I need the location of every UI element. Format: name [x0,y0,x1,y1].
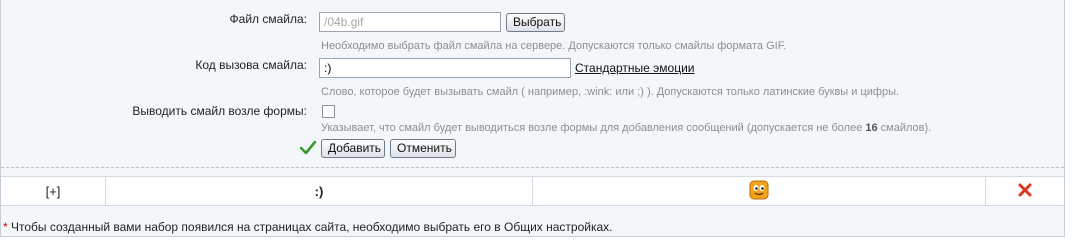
show-near-form-label: Выводить смайл возле формы: [132,104,307,118]
smiley-table-row: [+] :) [1,176,1064,206]
smiley-code: :) [314,183,324,199]
standard-emotions-link[interactable]: Стандартные эмоции [575,61,695,75]
cancel-button[interactable]: Отменить [390,139,456,158]
footer-note: * Чтобы созданный вами набор появился на… [3,220,613,234]
code-input[interactable] [319,58,571,78]
delete-x-icon[interactable] [1018,183,1032,200]
show-near-form-hint: Указывает, что смайл будет выводиться во… [321,122,932,134]
expand-cell: [+] [1,177,106,205]
file-input[interactable] [319,12,501,32]
add-button[interactable]: Добавить [321,139,385,158]
smiley-edit-panel: Файл смайла: Выбрать Необходимо выбрать … [0,0,1065,237]
file-label: Файл смайла: [229,12,307,26]
delete-cell [986,177,1064,205]
smiley-face-icon [749,180,769,203]
expand-toggle[interactable]: [+] [46,184,61,199]
file-hint: Необходимо выбрать файл смайла на сервер… [321,40,787,52]
checkmark-icon [299,140,317,158]
choose-file-button[interactable]: Выбрать [506,13,565,32]
code-hint: Слово, которое будет вызывать смайл ( на… [321,86,900,98]
show-near-form-checkbox[interactable] [322,105,335,118]
section-divider [1,167,1064,168]
image-cell [533,177,986,205]
code-cell: :) [106,177,533,205]
code-label: Код вызова смайла: [195,58,307,72]
